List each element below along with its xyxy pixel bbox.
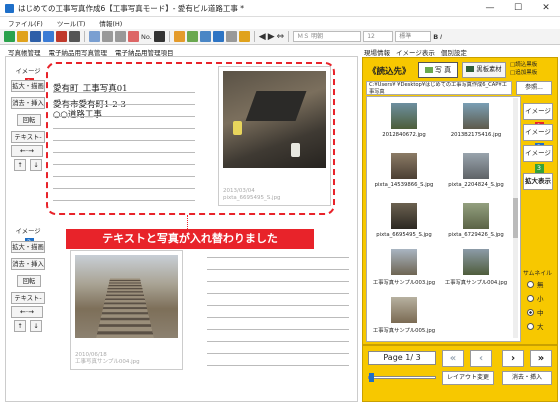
photo-tab[interactable]: 写 真 xyxy=(418,62,458,78)
menu-info[interactable]: 情報(H) xyxy=(99,18,122,28)
save-icon[interactable] xyxy=(30,31,41,42)
thumbnail-grid: 2012840672.jpg 2013B2175416.jpg pixta_14… xyxy=(366,96,521,342)
loader-checkboxes[interactable]: □読込黒板 □追加黒板 xyxy=(510,61,537,77)
first-page-button[interactable]: « xyxy=(442,350,464,367)
camera-icon[interactable] xyxy=(199,31,211,42)
photo2-image xyxy=(75,255,178,338)
image2-rotate-button[interactable]: 回転 xyxy=(17,275,41,287)
paste-icon[interactable] xyxy=(115,31,126,42)
folder-path-field[interactable]: C:¥Users¥ ¥Desktop¥はじめての工事写真作成6_CAP¥工事写真 xyxy=(366,81,512,95)
tab-site-info[interactable]: 現場情報 xyxy=(364,47,390,57)
minimize-button[interactable]: — xyxy=(476,0,504,17)
thumbnail-5[interactable]: pixta_6695495_S.jpg xyxy=(369,199,439,247)
size-none-radio[interactable]: 無 xyxy=(527,279,544,289)
callout-connector xyxy=(187,215,188,229)
close-button[interactable]: ✕ xyxy=(532,0,560,17)
copy-icon[interactable] xyxy=(102,31,113,42)
right-tabs: 現場情報 イメージ表示 個別設定 xyxy=(364,47,467,57)
image1-target-button[interactable]: イメージ1 xyxy=(523,103,553,131)
size-medium-radio[interactable]: 中 xyxy=(527,307,544,317)
thumbnail-1[interactable]: 2012840672.jpg xyxy=(369,99,439,147)
board-tab[interactable]: 黒板素材 xyxy=(462,62,506,78)
tab-image-view[interactable]: イメージ表示 xyxy=(396,47,435,57)
page-indicator: Page 1/ 3 xyxy=(368,351,436,365)
menu-file[interactable]: ファイル(F) xyxy=(8,18,43,28)
toolbar: No. ◀ ▶ ⇔ ＭＳ 明朝 12 標準 B I xyxy=(0,29,560,45)
image-icon[interactable] xyxy=(173,31,185,42)
highlight-frame xyxy=(46,62,335,215)
thumbnail-4[interactable]: pixta_2204824_S.jpg xyxy=(441,149,511,197)
thumbnail-6[interactable]: pixta_6729426_S.jpg xyxy=(441,199,511,247)
thumbnail-3[interactable]: pixta_14539866_S.jpg xyxy=(369,149,439,197)
image2-delete-insert-button[interactable]: 消去・挿入 xyxy=(11,258,45,270)
layout-change-button[interactable]: レイアウト変更 xyxy=(442,371,494,385)
image1-move-arrows[interactable]: ←·→ xyxy=(11,145,43,157)
image2-enlarge-button[interactable]: 拡大・描画 xyxy=(11,241,45,253)
browse-button[interactable]: 参照... xyxy=(516,81,552,95)
delete-icon[interactable] xyxy=(128,31,139,42)
grid-icon[interactable] xyxy=(225,31,237,42)
font-style-select[interactable]: 標準 xyxy=(395,31,432,42)
font-size-select[interactable]: 12 xyxy=(363,31,394,42)
export-icon[interactable] xyxy=(212,31,224,42)
image1-enlarge-button[interactable]: 拡大・描画 xyxy=(11,80,45,92)
bold-button[interactable]: B xyxy=(433,33,438,41)
folder-icon[interactable] xyxy=(238,31,250,42)
photo2[interactable]: 2010/06/18 工事写真サンプル004.jpg xyxy=(70,250,183,370)
next-page-button[interactable]: › xyxy=(502,350,524,367)
save-as-icon[interactable] xyxy=(43,31,54,42)
title-bar: はじめての工事写真作成6【工事写真モード】- 愛有ビル道路工事 * — ☐ ✕ xyxy=(0,0,560,17)
callout-banner: テキストと写真が入れ替わりました xyxy=(66,229,314,249)
image2-label: イメージ2 xyxy=(12,226,44,247)
open-icon[interactable] xyxy=(17,31,28,42)
tab-settings[interactable]: 個別設定 xyxy=(441,47,467,57)
image2-down-button[interactable]: ↓ xyxy=(30,320,42,332)
image2-text-button[interactable]: テキスト-図 xyxy=(11,292,45,313)
board-icon[interactable] xyxy=(186,31,198,42)
pdf-icon[interactable] xyxy=(56,31,67,42)
maximize-button[interactable]: ☐ xyxy=(504,0,532,17)
thumbnail-size-label: サムネイル xyxy=(523,271,552,277)
thumbnail-scrollbar[interactable] xyxy=(513,98,518,338)
menu-bar: ファイル(F) ツール(T) 情報(H) xyxy=(0,17,560,29)
image1-up-button[interactable]: ↑ xyxy=(14,159,26,171)
page-slider[interactable] xyxy=(368,373,436,382)
size-small-radio[interactable]: 小 xyxy=(527,293,544,303)
last-page-button[interactable]: » xyxy=(530,350,552,367)
thumbnail-7[interactable]: 工事写真サンプル003.jpg xyxy=(369,245,439,293)
image1-label: イメージ1 xyxy=(12,66,44,87)
delete-insert-button[interactable]: 消去・挿入 xyxy=(502,371,552,385)
bold-icon[interactable] xyxy=(153,31,165,42)
thumbnail-9[interactable]: 工事写真サンプル005.jpg xyxy=(369,293,439,341)
image2-target-button[interactable]: イメージ2 xyxy=(523,124,553,152)
image1-delete-insert-button[interactable]: 消去・挿入 xyxy=(11,97,45,109)
image1-rotate-button[interactable]: 回転 xyxy=(17,114,41,126)
prev-page-button[interactable]: ‹ xyxy=(470,350,492,367)
italic-button[interactable]: I xyxy=(440,33,442,41)
menu-tools[interactable]: ツール(T) xyxy=(57,18,86,28)
loader-title: 《読込先》 xyxy=(368,67,411,77)
photo2-caption: 2010/06/18 工事写真サンプル004.jpg xyxy=(75,352,140,365)
image3-target-button[interactable]: イメージ3 xyxy=(523,145,553,173)
memo2[interactable] xyxy=(204,255,352,375)
window-title: はじめての工事写真作成6【工事写真モード】- 愛有ビル道路工事 * xyxy=(18,3,244,13)
image2-move-arrows[interactable]: ←·→ xyxy=(11,306,43,318)
thumbnail-8[interactable]: 工事写真サンプル004.jpg xyxy=(441,245,511,293)
zoom-view-button[interactable]: 拡大表示 xyxy=(523,173,553,190)
arrow-swap-icon[interactable]: ⇔ xyxy=(277,32,285,42)
app-icon xyxy=(5,3,14,13)
image1-down-button[interactable]: ↓ xyxy=(30,159,42,171)
page-icon[interactable] xyxy=(89,31,100,42)
image1-text-button[interactable]: テキスト-図 xyxy=(11,131,45,152)
arrow-right-icon[interactable]: ▶ xyxy=(268,32,275,42)
print-icon[interactable] xyxy=(69,31,80,42)
size-large-radio[interactable]: 大 xyxy=(527,321,544,331)
image2-up-button[interactable]: ↑ xyxy=(14,320,26,332)
arrow-left-icon[interactable]: ◀ xyxy=(259,32,266,42)
new-icon[interactable] xyxy=(4,31,15,42)
font-name-select[interactable]: ＭＳ 明朝 xyxy=(293,31,362,42)
thumbnail-2[interactable]: 2013B2175416.jpg xyxy=(441,99,511,147)
no-label[interactable]: No. xyxy=(141,33,152,41)
